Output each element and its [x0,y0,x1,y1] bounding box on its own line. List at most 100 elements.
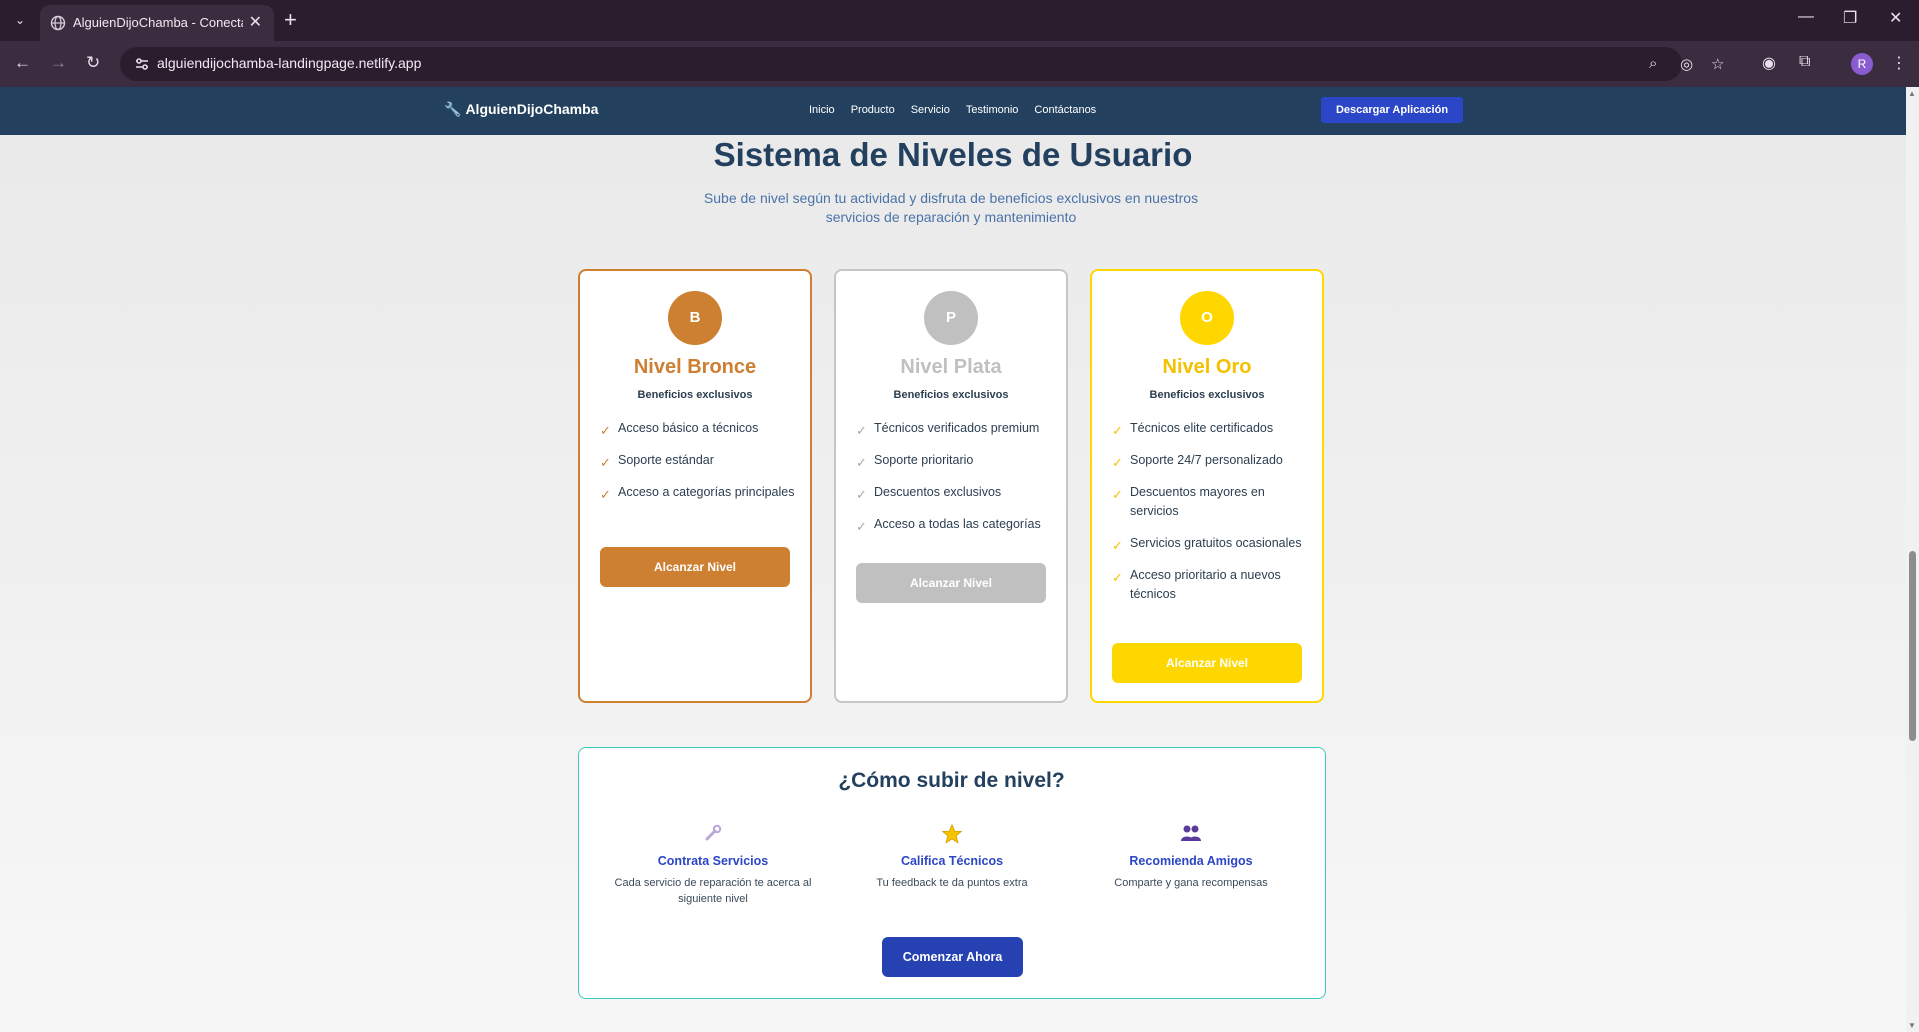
minimize-icon[interactable]: — [1798,8,1814,26]
check-icon: ✓ [856,519,867,534]
close-window-icon[interactable]: ✕ [1889,8,1902,28]
benefit-item: ✓ Servicios gratuitos ocasionales [1112,534,1312,553]
brand-name: AlguienDijoChamba [465,101,599,117]
page-scrollbar[interactable]: ▲ ▼ [1906,87,1919,1032]
scroll-up-icon[interactable]: ▲ [1908,89,1916,98]
level-title: Nivel Oro [1162,356,1252,378]
benefit-text: Técnicos verificados premium [874,421,1040,435]
benefit-text: Soporte 24/7 personalizado [1130,453,1283,467]
benefit-item: ✓ Acceso prioritario a nuevos técnicos [1112,566,1312,604]
check-icon: ✓ [856,423,867,438]
benefit-item: ✓ Soporte 24/7 personalizado [1112,451,1312,470]
reload-icon[interactable]: ↻ [86,53,100,73]
reach-level-button[interactable]: Alcanzar Nivel [1112,643,1302,683]
benefit-text: Soporte prioritario [874,453,974,467]
level-subtitle: Beneficios exclusivos [637,389,753,401]
level-card-gold: O Nivel Oro Beneficios exclusivos ✓ Técni… [1090,269,1324,703]
restore-icon[interactable]: ❐ [1843,8,1857,28]
nav-producto[interactable]: Producto [851,104,895,116]
check-icon: ✓ [600,423,611,438]
level-badge: O [1180,291,1234,345]
how-to-level-up-panel: ¿Cómo subir de nivel? Contrata Servicios… [578,747,1326,999]
benefit-item: ✓ Técnicos elite certificados [1112,419,1312,438]
browser-toolbar: ← → ↻ alguiendijochamba-landingpage.netl… [0,41,1919,87]
main-nav: Inicio Producto Servicio Testimonio Cont… [809,104,1112,116]
check-icon: ✓ [600,487,611,502]
benefit-item: ✓ Técnicos verificados premium [856,419,1056,438]
tracking-protection-icon[interactable]: ◎ [1680,55,1693,73]
benefit-item: ✓ Descuentos exclusivos [856,483,1056,502]
nav-contactanos[interactable]: Contáctanos [1034,104,1096,116]
check-icon: ✓ [1112,570,1123,585]
how-to-title: ¿Cómo subir de nivel? [838,769,1065,792]
site-settings-icon[interactable] [134,56,150,72]
menu-kebab-icon[interactable]: ⋮ [1891,53,1907,73]
nav-servicio[interactable]: Servicio [911,104,950,116]
profile-avatar[interactable]: R [1851,53,1873,75]
benefit-text: Soporte estándar [618,453,714,467]
close-tab-icon[interactable]: ✕ [249,12,262,32]
page-content: Sistema de Niveles de Usuario Sube de ni… [0,135,1906,1032]
step-description: Tu feedback te da puntos extra [876,877,1028,889]
zoom-icon[interactable]: ⌕ [1649,55,1657,72]
browser-tab[interactable]: AlguienDijoChamba - Conectan ✕ [40,5,274,41]
people-icon [1091,823,1291,847]
benefit-text: Descuentos mayores en servicios [1130,485,1265,518]
nav-testimonio[interactable]: Testimonio [966,104,1019,116]
step-refer-friends: Recomienda Amigos Comparte y gana recomp… [1091,823,1291,891]
benefit-text: Descuentos exclusivos [874,485,1002,499]
site-header: 🔧 AlguienDijoChamba Inicio Producto Servi… [0,87,1906,135]
benefits-list: ✓ Acceso básico a técnicos ✓ Soporte están… [600,419,800,515]
benefit-item: ✓ Descuentos mayores en servicios [1112,483,1312,521]
globe-icon [50,15,66,31]
tab-title: AlguienDijoChamba - Conectan [73,15,243,30]
benefit-item: ✓ Acceso a categorías principales [600,483,800,502]
back-icon[interactable]: ← [14,53,31,73]
scroll-down-icon[interactable]: ▼ [1908,1021,1916,1030]
step-description: Cada servicio de reparación te acerca al… [614,877,812,905]
check-icon: ✓ [856,487,867,502]
download-app-button[interactable]: Descargar Aplicación [1321,97,1463,123]
extensions-puzzle-icon[interactable]: ⧉ [1799,53,1810,71]
extension-profile-icon[interactable]: ◉ [1762,53,1776,73]
url-text: alguiendijochamba-landingpage.netlify.ap… [157,55,422,71]
scrollbar-thumb[interactable] [1909,551,1916,741]
level-badge: P [924,291,978,345]
nav-inicio[interactable]: Inicio [809,104,835,116]
star-icon [852,823,1052,847]
benefit-text: Acceso prioritario a nuevos técnicos [1130,568,1281,601]
benefits-list: ✓ Técnicos verificados premium ✓ Soporte p… [856,419,1056,547]
benefit-text: Acceso a categorías principales [618,485,795,499]
forward-icon[interactable]: → [50,53,67,73]
level-subtitle: Beneficios exclusivos [893,389,1009,401]
benefit-text: Acceso básico a técnicos [618,421,759,435]
brand-logo[interactable]: 🔧 AlguienDijoChamba [444,101,598,118]
wrench-icon [613,823,813,847]
benefit-item: ✓ Acceso básico a técnicos [600,419,800,438]
reach-level-button[interactable]: Alcanzar Nivel [600,547,790,587]
benefit-item: ✓ Soporte estándar [600,451,800,470]
address-bar[interactable]: alguiendijochamba-landingpage.netlify.ap… [120,47,1724,81]
level-title: Nivel Plata [900,356,1002,378]
bookmark-star-icon[interactable]: ☆ [1711,55,1724,73]
check-icon: ✓ [600,455,611,470]
browser-tab-bar: ⌄ AlguienDijoChamba - Conectan ✕ + — ❐ ✕ [0,0,1919,41]
level-card-silver: P Nivel Plata Beneficios exclusivos ✓ Téc… [834,269,1068,703]
check-icon: ✓ [856,455,867,470]
section-subtitle: Sube de nivel según tu actividad y disfr… [703,190,1199,225]
new-tab-button[interactable]: + [284,7,297,33]
benefit-item: ✓ Soporte prioritario [856,451,1056,470]
benefits-list: ✓ Técnicos elite certificados ✓ Soporte 24… [1112,419,1312,617]
level-badge: B [668,291,722,345]
check-icon: ✓ [1112,455,1123,470]
level-title: Nivel Bronce [633,356,757,378]
wrench-icon: 🔧 [444,101,462,117]
check-icon: ✓ [1112,538,1123,553]
tab-search-button[interactable]: ⌄ [8,9,32,31]
check-icon: ✓ [1112,487,1123,502]
level-card-bronze: B Nivel Bronce Beneficios exclusivos ✓ Ac… [578,269,812,703]
reach-level-button[interactable]: Alcanzar Nivel [856,563,1046,603]
benefit-text: Servicios gratuitos ocasionales [1130,536,1302,550]
start-now-button[interactable]: Comenzar Ahora [882,937,1023,977]
benefit-item: ✓ Acceso a todas las categorías [856,515,1056,534]
